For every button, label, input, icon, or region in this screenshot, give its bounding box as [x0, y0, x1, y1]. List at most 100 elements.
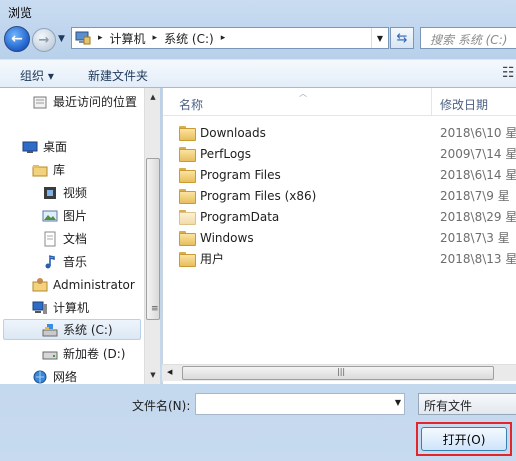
file-list: ︿ 名称 修改日期 Downloads 2018\6\10 星 PerfLogs 2…: [162, 88, 516, 384]
column-date-modified[interactable]: 修改日期: [440, 96, 488, 113]
list-item[interactable]: PerfLogs 2009\7\14 星: [179, 143, 516, 164]
sidebar-item-computer[interactable]: 计算机: [32, 297, 89, 318]
horizontal-scrollbar[interactable]: ◀ |||: [162, 364, 516, 381]
scroll-down-icon[interactable]: ▼: [145, 367, 161, 383]
filename-input[interactable]: ▼: [195, 393, 405, 415]
browse-dialog: 浏览 ← → ▼ ▸ 计算机 ▸ 系统 (C:) ▸ ▼ ⇆ 搜索 系统 (C:…: [0, 0, 516, 461]
list-item[interactable]: Program Files 2018\6\14 星: [179, 164, 516, 185]
file-name: Downloads: [200, 125, 266, 140]
sidebar-item-administrator[interactable]: Administrator: [32, 274, 135, 295]
history-dropdown-icon[interactable]: ▼: [58, 34, 65, 44]
hidden-folder-icon: [179, 210, 196, 225]
sidebar-item-drive-d[interactable]: 新加卷 (D:): [42, 343, 125, 364]
file-date: 2018\8\29 星: [440, 210, 516, 224]
scroll-left-icon[interactable]: ◀: [167, 368, 172, 376]
filename-label: 文件名(N):: [132, 399, 191, 413]
drive-icon: [42, 346, 58, 362]
refresh-icon: ⇆: [396, 30, 408, 46]
scroll-thumb[interactable]: ≡: [146, 158, 160, 320]
desktop-icon: [22, 139, 38, 155]
grip-icon: ≡: [151, 304, 159, 314]
navigation-scrollbar[interactable]: ▲ ≡ ▼: [144, 88, 160, 384]
column-header: ︿ 名称 修改日期: [163, 88, 516, 116]
sidebar-item-label: 桌面: [43, 140, 68, 154]
sidebar-item-music[interactable]: 音乐: [42, 251, 87, 272]
folder-icon: [179, 231, 196, 246]
column-divider[interactable]: [431, 88, 432, 116]
sidebar-item-desktop[interactable]: 桌面: [22, 136, 67, 157]
open-button-highlight: 打开(O): [416, 422, 512, 456]
back-arrow-icon: ←: [11, 31, 23, 47]
recent-places-icon: [32, 94, 48, 110]
file-date: 2018\6\10 星: [440, 126, 516, 140]
forward-button[interactable]: →: [32, 28, 56, 52]
sidebar-item-label: 网络: [53, 370, 78, 384]
breadcrumb-computer[interactable]: 计算机: [107, 28, 149, 48]
view-options-icon[interactable]: ☷: [502, 65, 515, 81]
scroll-up-icon[interactable]: ▲: [145, 89, 161, 105]
filename-dropdown-icon[interactable]: ▼: [395, 398, 401, 407]
organize-button[interactable]: 组织 ▾: [20, 67, 54, 84]
sidebar-item-library[interactable]: 库: [32, 159, 65, 180]
breadcrumb-separator-icon[interactable]: ▸: [149, 33, 162, 43]
document-icon: [42, 231, 58, 247]
address-dropdown-icon[interactable]: ▼: [371, 28, 388, 48]
file-date: 2009\7\14 星: [440, 147, 516, 161]
music-icon: [42, 254, 58, 270]
sidebar-item-network[interactable]: 网络: [32, 366, 77, 384]
sidebar-item-label: 图片: [63, 209, 88, 223]
list-item[interactable]: 用户 2018\8\13 星: [179, 248, 516, 269]
list-item[interactable]: Windows 2018\7\3 星: [179, 227, 516, 248]
file-date: 2018\8\13 星: [440, 252, 516, 266]
toolbar: 组织 ▾ 新建文件夹 ☷: [0, 59, 516, 88]
back-button[interactable]: ←: [4, 26, 30, 52]
grip-icon: |||: [337, 367, 346, 376]
folder-icon: [179, 126, 196, 141]
sidebar-item-documents[interactable]: 文档: [42, 228, 87, 249]
sidebar-item-videos[interactable]: 视频: [42, 182, 87, 203]
sidebar-item-system-drive[interactable]: 系统 (C:): [3, 319, 141, 340]
folder-icon: [179, 147, 196, 162]
sidebar-item-pictures[interactable]: 图片: [42, 205, 87, 226]
folder-icon: [179, 252, 196, 267]
file-name: Program Files (x86): [200, 188, 317, 203]
file-date: 2018\6\14 星: [440, 168, 516, 182]
forward-arrow-icon: →: [38, 32, 50, 48]
open-button[interactable]: 打开(O): [421, 427, 507, 451]
list-item[interactable]: ProgramData 2018\8\29 星: [179, 206, 516, 227]
video-icon: [42, 185, 58, 201]
file-date: 2018\7\3 星: [440, 231, 510, 245]
picture-icon: [42, 208, 58, 224]
folder-icon: [179, 168, 196, 183]
sidebar-item-label: 库: [53, 163, 66, 177]
file-type-select[interactable]: 所有文件: [418, 393, 516, 415]
file-name: ProgramData: [200, 209, 280, 224]
user-folder-icon: [32, 277, 48, 293]
list-item[interactable]: Downloads 2018\6\10 星: [179, 122, 516, 143]
sidebar-item-label: 文档: [63, 232, 88, 246]
sidebar-item-label: Administrator: [53, 277, 135, 292]
address-bar[interactable]: ▸ 计算机 ▸ 系统 (C:) ▸ ▼: [71, 27, 389, 49]
new-folder-button[interactable]: 新建文件夹: [88, 67, 148, 84]
file-name: PerfLogs: [200, 146, 252, 161]
breadcrumb-system-drive[interactable]: 系统 (C:): [161, 28, 217, 48]
file-name: Windows: [200, 230, 254, 245]
breadcrumb-separator-icon[interactable]: ▸: [94, 33, 107, 43]
sidebar-item-label: 最近访问的位置: [53, 95, 138, 109]
sidebar-item-label: 计算机: [53, 301, 90, 315]
window-title: 浏览: [8, 6, 33, 20]
sidebar-item-recent[interactable]: 最近访问的位置: [32, 91, 137, 112]
sidebar-item-label: 音乐: [63, 255, 88, 269]
navigation-pane: 最近访问的位置 桌面 库 视频 图片 文档 音乐 Administrator 计…: [0, 88, 160, 384]
file-date: 2018\7\9 星: [440, 189, 510, 203]
sidebar-item-label: 视频: [63, 186, 88, 200]
search-input[interactable]: 搜索 系统 (C:): [420, 27, 516, 49]
network-icon: [32, 369, 48, 385]
computer-icon: [32, 300, 48, 316]
refresh-button[interactable]: ⇆: [390, 27, 414, 49]
column-name[interactable]: 名称: [179, 96, 203, 113]
file-name: Program Files: [200, 167, 281, 182]
sort-ascending-icon: ︿: [299, 89, 307, 98]
breadcrumb-separator-icon[interactable]: ▸: [217, 33, 230, 43]
list-item[interactable]: Program Files (x86) 2018\7\9 星: [179, 185, 516, 206]
